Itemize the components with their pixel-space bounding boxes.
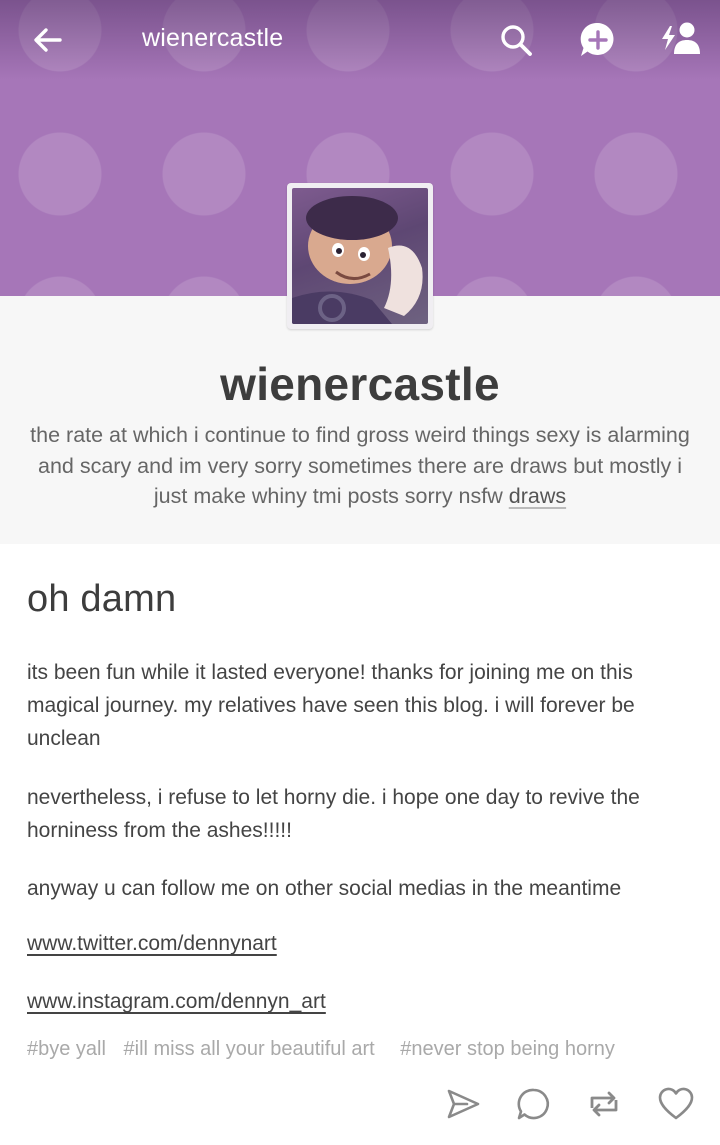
- blog-name: wienercastle: [220, 358, 500, 410]
- post-paragraph: nevertheless, i refuse to let horny die.…: [27, 786, 640, 842]
- post-paragraph: anyway u can follow me on other social m…: [27, 877, 622, 900]
- share-icon: [447, 1089, 480, 1119]
- blog-description: the rate at which i continue to find gro…: [30, 420, 690, 512]
- avatar-illustration: [292, 196, 423, 324]
- twitter-link[interactable]: www.twitter.com/dennynart: [27, 932, 277, 956]
- reply-icon: [517, 1088, 550, 1120]
- share-button[interactable]: [443, 1084, 483, 1124]
- topbar-blog-title: wienercastle: [142, 24, 284, 52]
- back-button[interactable]: [30, 22, 66, 58]
- ask-button[interactable]: [578, 20, 618, 60]
- avatar-image: [292, 188, 428, 324]
- post-paragraph: its been fun while it lasted everyone! t…: [27, 661, 635, 750]
- like-button[interactable]: [656, 1084, 696, 1124]
- back-arrow-icon: [34, 28, 62, 52]
- blog-description-text: the rate at which i continue to find gro…: [30, 423, 690, 508]
- blog-avatar[interactable]: [287, 183, 433, 329]
- tag-never-stop[interactable]: #never stop being horny: [400, 1038, 615, 1060]
- top-navigation-bar: wienercastle: [0, 0, 720, 80]
- post-tags: #bye yall #ill miss all your beautiful a…: [27, 1038, 627, 1061]
- draws-link[interactable]: draws: [509, 484, 566, 508]
- post-title: oh damn: [27, 578, 177, 620]
- instagram-link[interactable]: www.instagram.com/dennyn_art: [27, 990, 326, 1014]
- plus-bubble-icon: [580, 22, 614, 57]
- tag-bye-yall[interactable]: #bye yall: [27, 1038, 106, 1060]
- follow-user-icon: [662, 22, 700, 54]
- reblog-button[interactable]: [584, 1084, 624, 1124]
- search-button[interactable]: [496, 20, 536, 60]
- follow-button[interactable]: [656, 18, 702, 58]
- tag-ill-miss-art[interactable]: #ill miss all your beautiful art: [124, 1038, 375, 1060]
- search-icon: [501, 25, 532, 56]
- heart-icon: [658, 1087, 694, 1120]
- reblog-icon: [590, 1091, 618, 1117]
- reply-button[interactable]: [514, 1084, 554, 1124]
